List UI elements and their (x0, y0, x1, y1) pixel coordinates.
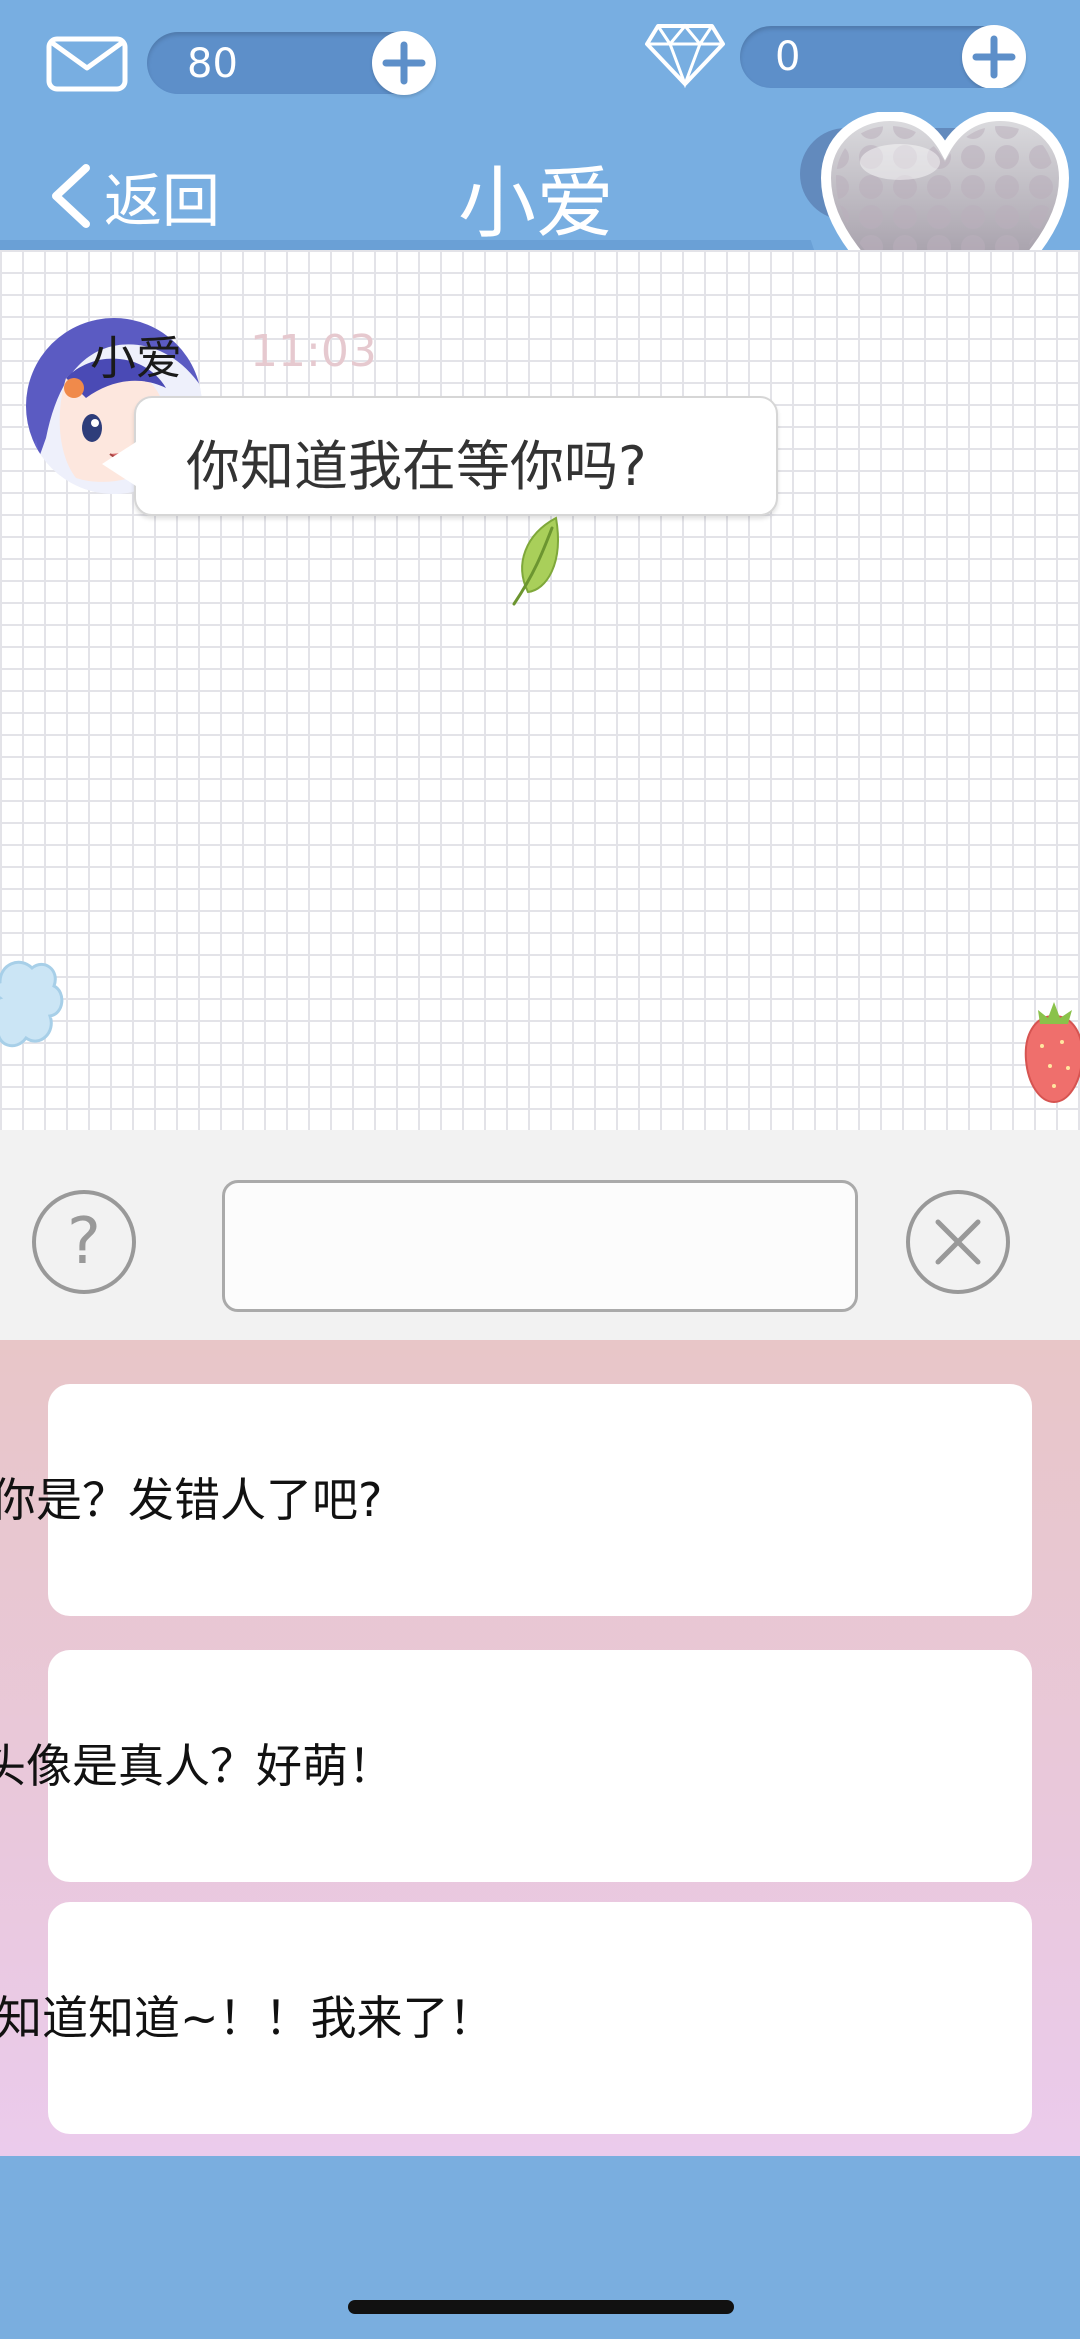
mail-icon[interactable] (46, 36, 128, 92)
add-gem-button[interactable] (962, 25, 1026, 89)
question-icon: ? (67, 1205, 101, 1279)
strawberry-icon (1024, 1002, 1080, 1104)
message-bubble: 你知道我在等你吗? (134, 396, 778, 516)
mail-count: 80 (187, 41, 238, 87)
chevron-left-icon (52, 164, 90, 228)
message-time: 11:03 (250, 326, 377, 377)
leaf-icon (512, 516, 559, 606)
mail-counter: 80 (147, 31, 436, 95)
reply-option[interactable]: 头像是真人？好萌！ (0, 1650, 1032, 1882)
back-label: 返回 (104, 167, 221, 235)
gem-count: 0 (775, 34, 801, 80)
back-button[interactable]: 返回 (48, 160, 220, 235)
sender-name: 小爱 (90, 331, 182, 385)
reply-option-text: 头像是真人？好萌！ (0, 1739, 394, 1793)
close-button[interactable] (906, 1190, 1010, 1294)
message-input[interactable] (222, 1180, 858, 1312)
help-button[interactable]: ? (32, 1190, 136, 1294)
close-icon (935, 1219, 981, 1265)
cloud-icon (0, 960, 64, 1048)
gem-counter: 0 (740, 25, 1026, 89)
reply-option[interactable]: 知道知道~！！我来了！ (0, 1902, 1032, 2134)
reply-option[interactable]: 你是？发错人了吧? (0, 1384, 1032, 1616)
bubble-tail (102, 442, 136, 486)
diamond-icon[interactable] (644, 22, 726, 88)
plus-icon (972, 35, 1016, 79)
reply-option-text: 知道知道~！！我来了！ (0, 1991, 495, 2045)
add-mail-button[interactable] (372, 31, 436, 95)
message-text: 你知道我在等你吗? (186, 435, 647, 498)
page-title: 小爱 (457, 159, 614, 249)
home-indicator[interactable] (348, 2300, 734, 2314)
plus-icon (382, 41, 426, 85)
reply-option-text: 你是？发错人了吧? (0, 1473, 383, 1527)
